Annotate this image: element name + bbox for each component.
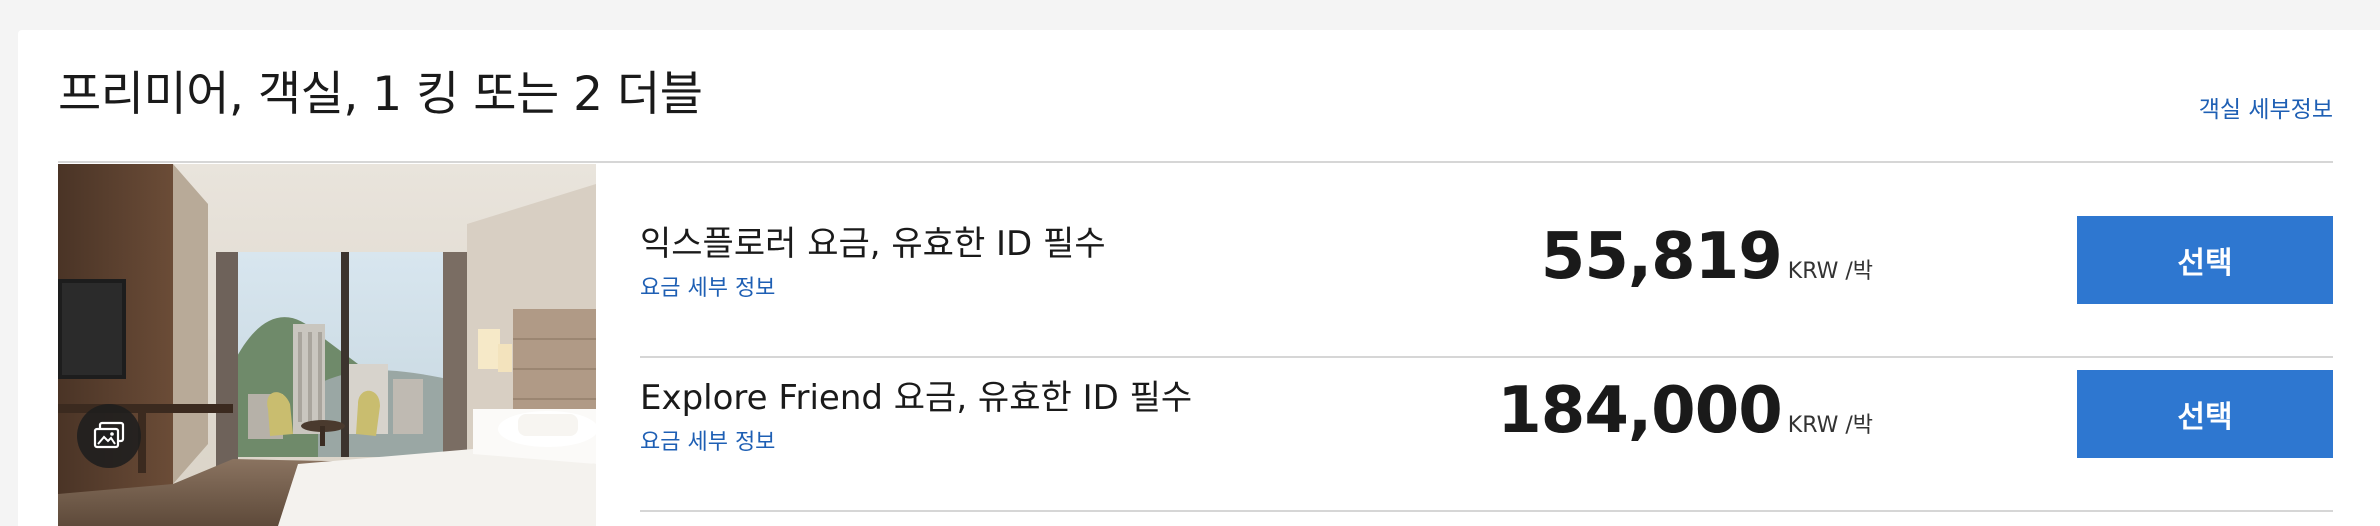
room-details-link[interactable]: 객실 세부정보 [2199, 90, 2333, 124]
gallery-icon [93, 421, 125, 449]
room-card: 프리미어, 객실, 1 킹 또는 2 더블 객실 세부정보 익스플로러 요금, … [18, 30, 2380, 526]
gallery-button[interactable] [77, 404, 141, 468]
price-unit: KRW /박 [1787, 413, 1873, 438]
room-image[interactable] [58, 164, 596, 526]
price-amount: 55,819 [1540, 220, 1783, 294]
rate-row: 익스플로러 요금, 유효한 ID 필수 요금 세부 정보 55,819 KRW … [640, 164, 2333, 318]
room-photo [58, 164, 596, 526]
rate-row: Explore Friend 요금, 유효한 ID 필수 요금 세부 정보 18… [640, 318, 2333, 472]
price-unit: KRW /박 [1787, 259, 1873, 284]
rate-details-link[interactable]: 요금 세부 정보 [640, 424, 775, 456]
rate-details-link[interactable]: 요금 세부 정보 [640, 270, 775, 302]
header-divider [58, 161, 2333, 163]
rate-name: 익스플로러 요금, 유효한 ID 필수 [640, 224, 1106, 264]
rate-price: 55,819 KRW /박 [1541, 220, 1873, 294]
room-title: 프리미어, 객실, 1 킹 또는 2 더블 [58, 67, 703, 122]
rate-price: 184,000 KRW /박 [1497, 374, 1873, 448]
rate-name: Explore Friend 요금, 유효한 ID 필수 [640, 378, 1193, 418]
select-button[interactable]: 선택 [2077, 370, 2333, 458]
price-amount: 184,000 [1497, 374, 1782, 448]
select-button[interactable]: 선택 [2077, 216, 2333, 304]
rate-divider [640, 510, 2333, 512]
